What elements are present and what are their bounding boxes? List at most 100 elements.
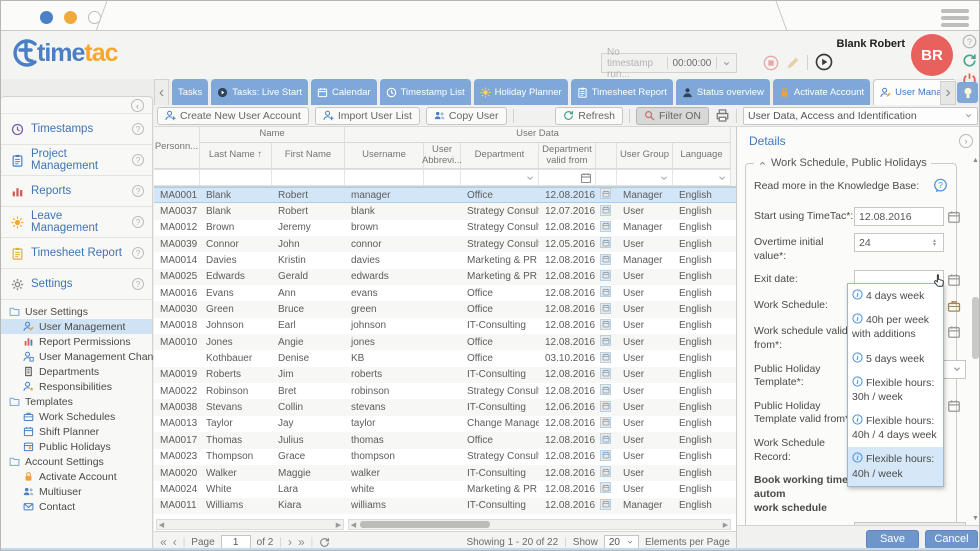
tab-timestamp-list[interactable]: Timestamp List (379, 79, 471, 105)
table-row[interactable]: MA0020 Walker Maggie walker IT-Consulting 12.… (154, 464, 736, 482)
tree-item-activate-account[interactable]: Activate Account (1, 469, 152, 484)
calendar-icon[interactable] (947, 210, 961, 224)
table-row[interactable]: MA0038 Stevans Collin stevans IT-Consulting 1… (154, 399, 736, 416)
scrollbar-thumb[interactable] (972, 297, 979, 359)
column-header-department-valid-from[interactable]: Department valid from (539, 143, 596, 169)
column-header-personnel[interactable]: Personn... (154, 127, 200, 169)
tree-item-user-management[interactable]: User Management (1, 319, 152, 334)
collapse-section-icon[interactable] (758, 159, 767, 168)
sidebar-item-timesheet-report[interactable]: Timesheet Report? (1, 238, 152, 269)
refresh-button[interactable]: Refresh (555, 106, 623, 125)
sidebar-item-reports[interactable]: Reports? (1, 176, 152, 207)
avatar[interactable]: BR (911, 34, 953, 76)
work-schedule-option[interactable]: i Flexible hours: 40h / 4 days week (848, 409, 943, 447)
tree-group-account-settings[interactable]: Account Settings (1, 454, 152, 469)
column-header-last-name[interactable]: Last Name ↑ (200, 143, 272, 169)
column-header-username[interactable]: Username (345, 143, 424, 169)
column-header-language[interactable]: Language (673, 143, 731, 169)
table-row[interactable]: MA0010 Jones Angie jones Office 12.08.2016 Use… (154, 334, 736, 351)
tree-item-multiuser[interactable]: Multiuser (1, 484, 152, 499)
spinner-icon[interactable]: ▴ ▾ (933, 238, 936, 248)
frozen-columns-scrollbar[interactable]: ◀ ▶ (156, 519, 344, 530)
page-number-input[interactable] (220, 535, 251, 549)
sidebar-item-settings[interactable]: Settings? (1, 269, 152, 300)
work-schedule-option[interactable]: i 5 days week (848, 347, 943, 371)
hamburger-menu-icon[interactable] (941, 6, 969, 30)
tree-item-responsibilities[interactable]: Responsibilities (1, 379, 152, 394)
table-row[interactable]: MA0012 Brown Jeremy brown Strategy Consultin… (154, 219, 736, 237)
overtime-input[interactable]: 24 (854, 233, 944, 252)
filter-on-button[interactable]: Filter ON (636, 106, 709, 125)
timestamp-widget[interactable]: No timestamp run... 00:00:00 (601, 47, 737, 80)
reload-table-icon[interactable] (319, 537, 330, 548)
table-row[interactable]: MA0039 Connor John connor Strategy Consultin… (154, 236, 736, 253)
work-schedule-option[interactable]: i 40h per week with additions (848, 308, 943, 346)
tree-item-public-holidays[interactable]: Public Holidays (1, 439, 152, 454)
start-timestamp-button[interactable] (815, 53, 833, 71)
filter-valid-from[interactable] (539, 169, 596, 186)
table-row[interactable]: MA0037 Blank Robert blank Strategy Consultin… (154, 203, 736, 220)
tree-item-shift-planner[interactable]: Shift Planner (1, 424, 152, 439)
refresh-icon[interactable] (962, 53, 977, 68)
tree-group-templates[interactable]: Templates (1, 394, 152, 409)
tree-group-user-settings[interactable]: User Settings (1, 304, 152, 319)
tab-activate-account[interactable]: Activate Account (772, 79, 871, 105)
stop-timestamp-icon[interactable] (763, 55, 779, 71)
filter-language[interactable] (673, 169, 731, 186)
save-button[interactable]: Save (866, 529, 919, 549)
work-schedule-option[interactable]: i Flexible hours: 30h / week (848, 371, 943, 409)
sidebar-item-leave-management[interactable]: Leave Management? (1, 207, 152, 238)
table-row[interactable]: MA0013 Taylor Jay taylor Change Management 12… (154, 415, 736, 433)
tree-item-report-permissions[interactable]: Report Permissions (1, 334, 152, 349)
table-row[interactable]: MA0018 Johnson Earl johnson IT-Consulting 12.… (154, 317, 736, 335)
tree-item-contact[interactable]: Contact (1, 499, 152, 514)
tab-status-overview[interactable]: Status overview (675, 79, 770, 105)
sidebar-item-timestamps[interactable]: Timestamps? (1, 114, 152, 145)
filter-department[interactable] (461, 169, 539, 186)
table-row[interactable]: MA0024 White Lara white Marketing & PR 12.08.… (154, 481, 736, 498)
sidebar-collapse-icon[interactable]: ‹ (131, 99, 144, 112)
tree-item-work-schedules[interactable]: Work Schedules (1, 409, 152, 424)
work-schedule-option[interactable]: i Flexible hours: 40h / week (848, 447, 943, 486)
data-columns-scrollbar[interactable]: ◀ ▶ (348, 519, 731, 530)
column-header-first-name[interactable]: First Name (272, 143, 345, 169)
filter-personnel[interactable] (154, 169, 200, 186)
window-minimize-button[interactable] (64, 11, 77, 24)
tab-tasks[interactable]: Tasks (172, 79, 209, 105)
filter-username[interactable] (345, 169, 424, 186)
table-row[interactable]: MA0011 Williams Kiara williams IT-Consulting… (154, 497, 736, 514)
help-icon[interactable]: ? (132, 278, 144, 290)
filter-first-name[interactable] (272, 169, 345, 186)
help-icon[interactable]: ? (132, 154, 144, 166)
scrollbar-thumb[interactable] (360, 521, 490, 528)
filter-last-name[interactable] (200, 169, 272, 186)
details-scrollbar[interactable]: ▲ ▼ (971, 157, 979, 523)
create-new-user-button[interactable]: Create New User Account (157, 106, 309, 125)
help-icon[interactable]: ? (132, 216, 144, 228)
table-row[interactable]: MA0001 Blank Robert manager Office 12.08.2016… (154, 187, 736, 204)
first-page-button[interactable]: « (160, 536, 167, 548)
import-user-list-button[interactable]: Import User List (314, 106, 420, 125)
table-row[interactable]: MA0023 Thompson Grace thompson Strategy Cons… (154, 448, 736, 465)
tab-scroll-right-button[interactable]: › (940, 81, 956, 105)
copy-user-button[interactable]: Copy User (425, 106, 507, 125)
work-schedule-option[interactable]: i 4 days week (848, 284, 943, 308)
tab-scroll-left-button[interactable]: ‹ (154, 79, 169, 105)
tree-item-departments[interactable]: Departments (1, 364, 152, 379)
tab-timesheet-report[interactable]: Timesheet Report (570, 79, 673, 105)
edit-timestamp-icon[interactable] (785, 55, 801, 71)
table-row[interactable]: MA0019 Roberts Jim roberts IT-Consulting 12.0… (154, 366, 736, 384)
table-row[interactable]: MA0016 Evans Ann evans Office 12.08.2016 User E… (154, 285, 736, 302)
start-using-input[interactable]: 12.08.2016 (854, 207, 944, 226)
window-close-button[interactable] (40, 11, 53, 24)
column-header-department[interactable]: Department (461, 143, 539, 169)
print-icon[interactable] (715, 108, 730, 123)
tab-holiday-planner[interactable]: Holiday Planner (473, 79, 568, 105)
last-page-button[interactable]: » (298, 536, 305, 548)
filter-user-abbreviation[interactable] (424, 169, 461, 186)
filter-user-group[interactable] (617, 169, 673, 186)
previous-page-button[interactable]: ‹ (173, 536, 177, 548)
briefcase-icon[interactable] (947, 299, 961, 313)
tab-calendar[interactable]: Calendar (311, 79, 377, 105)
knowledge-base-help-icon[interactable]: ? (933, 178, 948, 193)
